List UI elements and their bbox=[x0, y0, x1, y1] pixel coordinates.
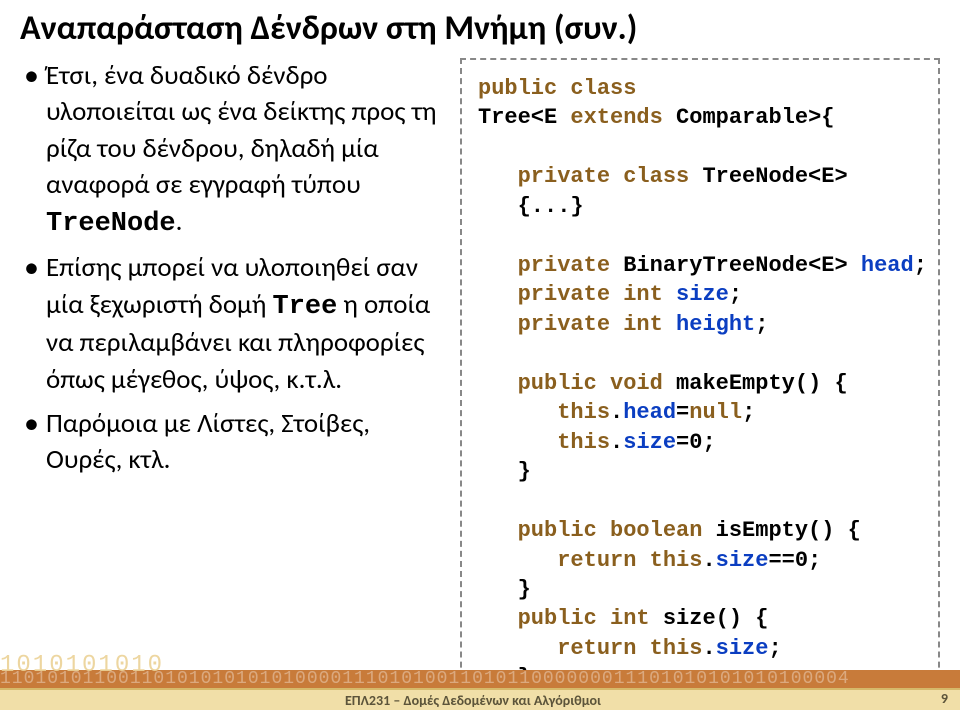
code-text: ; bbox=[742, 400, 755, 425]
code-member: head bbox=[861, 253, 914, 278]
code-kw: private int bbox=[478, 312, 676, 337]
bullet-text: Παρόμοια με Λίστες, Στοίβες, Ουρές, κτλ. bbox=[46, 407, 370, 476]
code-text: . bbox=[702, 636, 715, 661]
left-column: Έτσι, ένα δυαδικό δένδρο υλοποιείται ως … bbox=[10, 58, 450, 643]
code-kw: public void bbox=[478, 371, 676, 396]
footer: 1101010110011010101010101000011101010011… bbox=[0, 670, 960, 710]
binary-decoration-large: 1010101010 bbox=[0, 652, 200, 688]
code-text: . bbox=[702, 548, 715, 573]
code-member: height bbox=[676, 312, 755, 337]
code-text: {...} bbox=[478, 194, 584, 219]
code-text: ; bbox=[729, 282, 742, 307]
code-text: ; bbox=[755, 312, 768, 337]
code-text: size() { bbox=[663, 606, 769, 631]
slide: Αναπαράσταση Δένδρων στη Μνήμη (συν.) Έτ… bbox=[0, 0, 960, 710]
code-text: TreeNode<E> bbox=[702, 164, 847, 189]
code-kw: public class bbox=[478, 76, 636, 101]
code-kw: private class bbox=[478, 164, 702, 189]
code-kw: return this bbox=[478, 548, 702, 573]
code-text: makeEmpty() { bbox=[676, 371, 848, 396]
code-text: } bbox=[478, 577, 531, 602]
code-kw: this bbox=[478, 430, 610, 455]
footer-course-label: ΕΠΛ231 – Δομές Δεδομένων και Αλγόριθμοι bbox=[0, 692, 946, 709]
code-kw: extends bbox=[570, 105, 662, 130]
right-column: public class Tree<E extends Comparable>{… bbox=[450, 58, 940, 643]
content-area: Έτσι, ένα δυαδικό δένδρο υλοποιείται ως … bbox=[10, 58, 950, 643]
bullet-item: Έτσι, ένα δυαδικό δένδρο υλοποιείται ως … bbox=[20, 58, 450, 242]
code-member: size bbox=[716, 636, 769, 661]
code-text: = bbox=[676, 400, 689, 425]
code-kw: public int bbox=[478, 606, 663, 631]
code-inline: Tree bbox=[273, 292, 338, 322]
code-member: size bbox=[716, 548, 769, 573]
code-member: head bbox=[623, 400, 676, 425]
code-text: ==0; bbox=[768, 548, 821, 573]
code-text: =0; bbox=[676, 430, 716, 455]
code-inline: TreeNode bbox=[46, 209, 176, 239]
code-text: BinaryTreeNode<E> bbox=[623, 253, 861, 278]
bullet-item: Επίσης μπορεί να υλοποιηθεί σαν μία ξεχω… bbox=[20, 250, 450, 398]
bullet-text: . bbox=[176, 205, 183, 238]
code-kw: private int bbox=[478, 282, 676, 307]
code-kw: private bbox=[478, 253, 623, 278]
code-member: size bbox=[623, 430, 676, 455]
bullet-text: Έτσι, ένα δυαδικό δένδρο υλοποιείται ως … bbox=[46, 59, 437, 201]
bullet-item: Παρόμοια με Λίστες, Στοίβες, Ουρές, κτλ. bbox=[20, 406, 450, 479]
code-text: Tree<E bbox=[478, 105, 570, 130]
code-text: isEmpty() { bbox=[716, 518, 861, 543]
code-kw: public boolean bbox=[478, 518, 716, 543]
code-block: public class Tree<E extends Comparable>{… bbox=[460, 58, 940, 710]
bullet-list: Έτσι, ένα δυαδικό δένδρο υλοποιείται ως … bbox=[20, 58, 450, 479]
footer-bottom-bar: ΕΠΛ231 – Δομές Δεδομένων και Αλγόριθμοι bbox=[0, 688, 960, 710]
code-text: . bbox=[610, 400, 623, 425]
code-kw: this bbox=[478, 400, 610, 425]
page-number: 9 bbox=[941, 690, 948, 707]
code-member: size bbox=[676, 282, 729, 307]
code-text: ; bbox=[914, 253, 927, 278]
code-kw: return this bbox=[478, 636, 702, 661]
code-kw: null bbox=[689, 400, 742, 425]
code-text: . bbox=[610, 430, 623, 455]
code-text: } bbox=[478, 459, 531, 484]
code-text: Comparable>{ bbox=[663, 105, 835, 130]
slide-title: Αναπαράσταση Δένδρων στη Μνήμη (συν.) bbox=[20, 8, 637, 49]
code-text: ; bbox=[768, 636, 781, 661]
